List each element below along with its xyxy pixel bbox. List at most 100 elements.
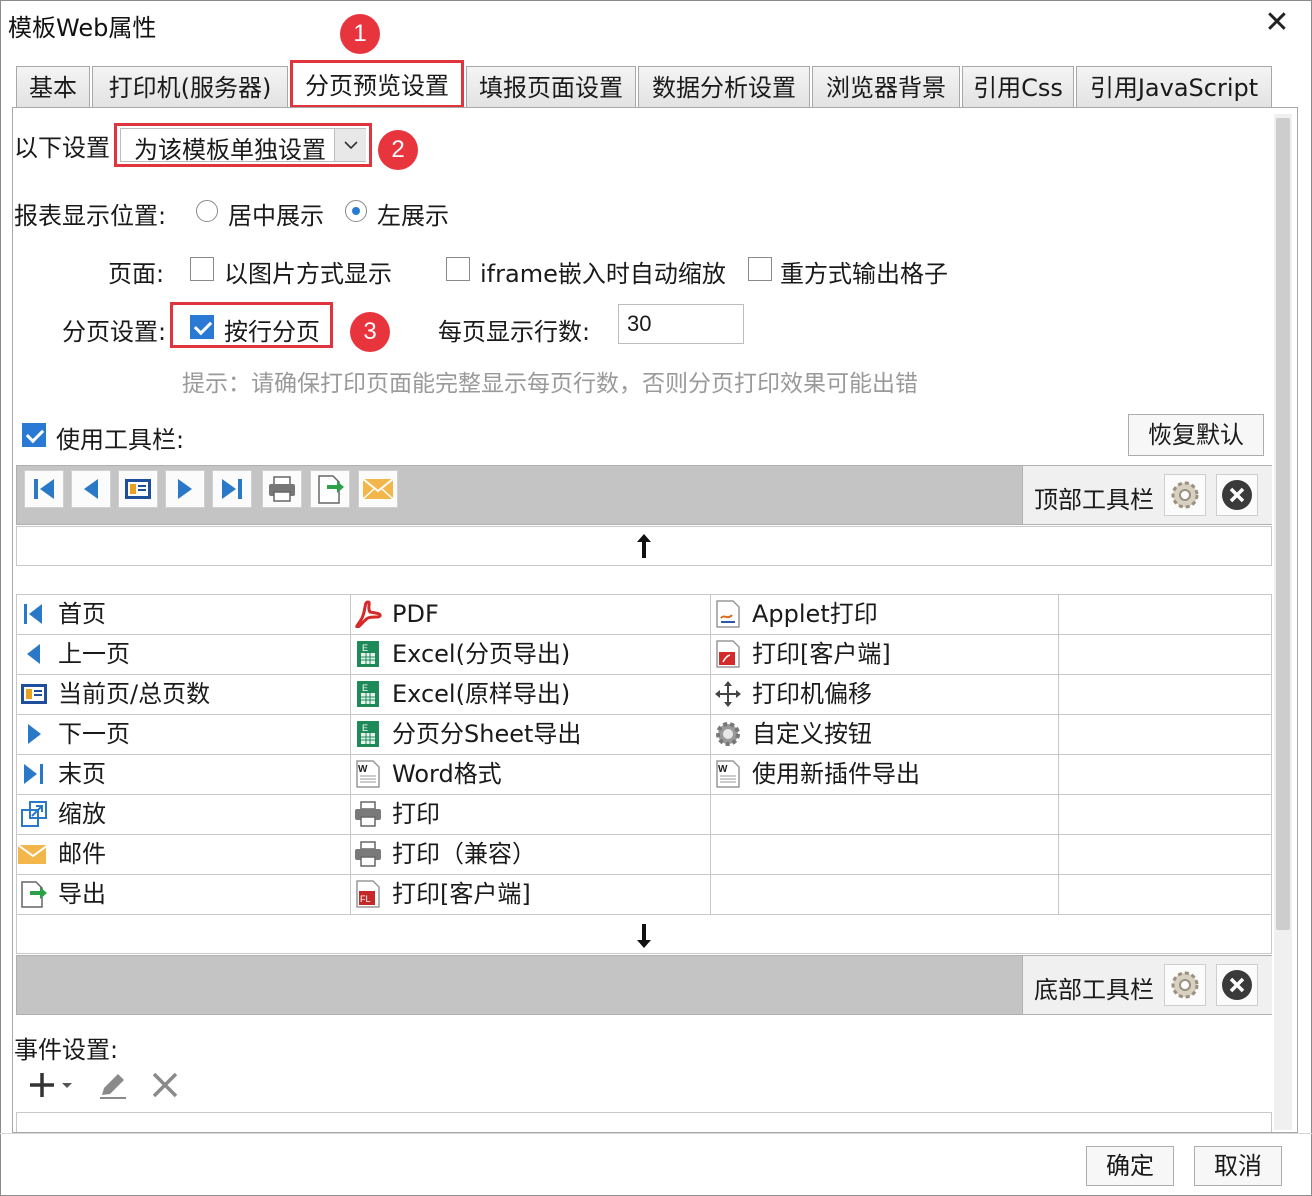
bottom-toolbar-settings-button[interactable] <box>1164 964 1206 1006</box>
item-last-page[interactable]: 末页 <box>18 754 348 794</box>
tb-prev-page-button[interactable] <box>71 470 111 508</box>
excel-icon: E <box>357 641 379 667</box>
item-next-page[interactable]: 下一页 <box>18 714 348 754</box>
radio-center[interactable] <box>196 200 218 222</box>
email-icon <box>18 844 46 864</box>
item-prev-page[interactable]: 上一页 <box>18 634 348 674</box>
item-excel-sheet[interactable]: E 分页分Sheet导出 <box>352 714 708 754</box>
item-new-plugin-export[interactable]: W 使用新插件导出 <box>712 754 1056 794</box>
gear-icon <box>1171 971 1199 999</box>
item-label: 打印[客户端] <box>752 640 891 668</box>
item-word[interactable]: W Word格式 <box>352 754 708 794</box>
cancel-button[interactable]: 取消 <box>1194 1146 1282 1186</box>
item-label: 打印机偏移 <box>752 680 872 708</box>
tab-reference-css[interactable]: 引用Css <box>962 66 1074 108</box>
bottom-toolbar-label: 底部工具栏 <box>1034 976 1154 1004</box>
rows-per-page-input[interactable]: 30 <box>618 304 744 344</box>
item-first-page[interactable]: 首页 <box>18 594 348 634</box>
item-label: Excel(原样导出) <box>392 680 571 708</box>
email-icon <box>362 478 394 500</box>
tab-browser-background[interactable]: 浏览器背景 <box>812 66 960 108</box>
item-label: 打印 <box>392 800 440 828</box>
checkbox-page-by-row[interactable] <box>190 315 214 339</box>
rows-per-page-label: 每页显示行数: <box>438 318 591 346</box>
ok-button[interactable]: 确定 <box>1086 1146 1174 1186</box>
top-toolbar-label: 顶部工具栏 <box>1034 486 1154 514</box>
events-label: 事件设置: <box>14 1036 119 1064</box>
use-toolbar-label: 使用工具栏: <box>56 426 185 454</box>
tb-print-button[interactable] <box>262 470 302 508</box>
tb-export-button[interactable] <box>310 470 350 508</box>
events-list[interactable] <box>16 1112 1272 1132</box>
export-icon <box>318 475 344 504</box>
tab-data-analysis[interactable]: 数据分析设置 <box>638 66 810 108</box>
bottom-toolbar-remove-button[interactable] <box>1216 964 1258 1006</box>
tb-last-page-button[interactable] <box>212 470 252 508</box>
tb-first-page-button[interactable] <box>24 470 64 508</box>
footer-divider <box>0 1133 1312 1134</box>
arrow-down-icon <box>637 924 651 948</box>
tab-printer-server[interactable]: 打印机(服务器) <box>92 66 288 108</box>
tab-reference-javascript[interactable]: 引用JavaScript <box>1076 66 1272 108</box>
plus-icon <box>30 1073 72 1097</box>
gear-icon <box>1171 481 1199 509</box>
checkbox-iframe-zoom-label: iframe嵌入时自动缩放 <box>480 260 726 288</box>
edit-event-button[interactable] <box>96 1068 130 1102</box>
checkbox-use-toolbar[interactable] <box>22 423 46 447</box>
item-label: 使用新插件导出 <box>752 760 920 788</box>
page-label: 页面: <box>108 260 165 288</box>
item-printer-offset[interactable]: 打印机偏移 <box>712 674 1056 714</box>
checkbox-grid-output[interactable] <box>748 257 772 281</box>
top-toolbar-settings-button[interactable] <box>1164 474 1206 516</box>
item-custom-button[interactable]: 自定义按钮 <box>712 714 1056 754</box>
tab-basic[interactable]: 基本 <box>16 66 90 108</box>
item-email[interactable]: 邮件 <box>18 834 348 874</box>
radio-left[interactable] <box>345 200 367 222</box>
item-applet-print[interactable]: Applet打印 <box>712 594 1056 634</box>
tab-paging-preview[interactable]: 分页预览设置 <box>290 60 464 108</box>
first-page-icon <box>34 479 54 499</box>
add-event-button[interactable] <box>28 1068 76 1102</box>
item-label: Applet打印 <box>752 600 878 628</box>
move-down-row[interactable] <box>16 914 1272 954</box>
checkbox-iframe-zoom[interactable] <box>446 257 470 281</box>
item-export[interactable]: 导出 <box>18 874 348 914</box>
item-pdf-print[interactable]: 打印[客户端] <box>712 634 1056 674</box>
item-label: 上一页 <box>58 640 130 668</box>
svg-text:E: E <box>362 683 368 693</box>
tb-page-count-button[interactable] <box>118 470 158 508</box>
print-icon <box>355 841 381 867</box>
delete-event-button[interactable] <box>148 1068 182 1102</box>
tab-fill-page[interactable]: 填报页面设置 <box>466 66 636 108</box>
close-icon[interactable]: ✕ <box>1262 8 1292 38</box>
item-excel-original[interactable]: E Excel(原样导出) <box>352 674 708 714</box>
item-print-compatible[interactable]: 打印（兼容） <box>352 834 708 874</box>
restore-default-button[interactable]: 恢复默认 <box>1128 414 1264 456</box>
page-count-icon <box>125 479 151 499</box>
pdf-print-icon <box>716 640 740 668</box>
print-icon <box>355 801 381 827</box>
excel-icon: E <box>357 721 379 747</box>
move-icon <box>715 681 741 707</box>
paging-hint: 提示：请确保打印页面能完整显示每页行数，否则分页打印效果可能出错 <box>182 371 918 397</box>
checkbox-image-mode[interactable] <box>190 257 214 281</box>
first-page-icon <box>24 604 42 624</box>
svg-text:W: W <box>358 764 368 775</box>
close-circle-icon <box>1222 480 1252 510</box>
item-flash-print[interactable]: FL 打印[客户端] <box>352 874 708 914</box>
tb-next-page-button[interactable] <box>165 470 205 508</box>
item-print[interactable]: 打印 <box>352 794 708 834</box>
item-page-count[interactable]: 当前页/总页数 <box>18 674 348 714</box>
item-pdf[interactable]: PDF <box>352 594 708 634</box>
tb-email-button[interactable] <box>358 470 398 508</box>
move-up-row[interactable] <box>16 526 1272 566</box>
scope-label: 以下设置 <box>14 134 110 162</box>
chevron-down-icon[interactable] <box>334 129 366 161</box>
item-zoom[interactable]: 缩放 <box>18 794 348 834</box>
item-label: 当前页/总页数 <box>58 680 211 708</box>
scrollbar-thumb[interactable] <box>1276 118 1290 930</box>
item-label: 分页分Sheet导出 <box>392 720 582 748</box>
top-toolbar-remove-button[interactable] <box>1216 474 1258 516</box>
close-icon <box>152 1072 178 1098</box>
item-excel-paged[interactable]: E Excel(分页导出) <box>352 634 708 674</box>
